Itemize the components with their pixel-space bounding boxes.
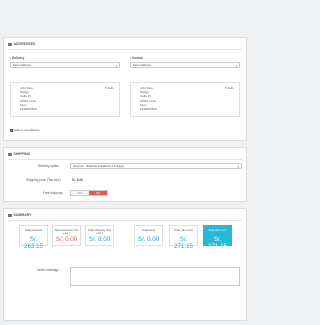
toggle-yes[interactable]: YES: [71, 191, 89, 195]
delivery-option-select[interactable]: Serpost - National standard (1-5 days) ▾: [70, 163, 242, 169]
shipping-title: SHIPPING: [13, 152, 31, 156]
addresses-panel: ADDRESSES ▪ Delivery Peru address ▾ ▪ Inv…: [3, 37, 247, 141]
summary-panel: SUMMARY Total products S/. 263.15 Total …: [3, 208, 247, 321]
delivery-address-text: John Doe Pedgo Calle 10 07001 Lima Peru …: [20, 86, 37, 111]
summary-box-total-shipping: Total shipping (Tax excl.) S/. 8.00: [85, 225, 114, 246]
summary-heading: SUMMARY: [8, 212, 242, 221]
invoice-label: ▪ Invoice: [130, 56, 143, 60]
order-message-label: Order message: [37, 268, 59, 272]
add-address-link[interactable]: + Add a new address: [10, 128, 40, 132]
addresses-title: ADDRESSES: [13, 42, 36, 46]
shipping-panel: SHIPPING Delivery option Serpost - Natio…: [3, 147, 247, 202]
summary-box-total-tax-incl: Total (Tax incl.) S/. 271.15: [203, 225, 232, 250]
edit-delivery-button[interactable]: ✎ Edit: [105, 86, 114, 90]
list-icon: [8, 213, 12, 217]
summary-title: SUMMARY: [13, 213, 32, 217]
summary-box-total-tax-excl: Total (Tax excl.) S/. 271.15: [169, 225, 198, 250]
invoice-address-select[interactable]: Peru address ▾: [130, 62, 240, 68]
chevron-down-icon: ▾: [115, 64, 117, 68]
invoice-address-text: John Doe Pedgo Calle 10 07001 Lima Peru …: [140, 86, 157, 111]
edit-invoice-button[interactable]: ✎ Edit: [225, 86, 234, 90]
addresses-heading: ADDRESSES: [8, 41, 242, 50]
delivery-address-select[interactable]: Peru address ▾: [10, 62, 120, 68]
truck-icon: [8, 152, 12, 156]
chevron-down-icon: ▾: [237, 165, 239, 169]
shipping-price-label: Shipping price (Tax incl.): [26, 178, 61, 182]
order-message-textarea[interactable]: [70, 267, 240, 286]
summary-box-total-taxes: Total taxes S/. 0.00: [134, 225, 163, 246]
chevron-down-icon: ▾: [235, 64, 237, 68]
plus-icon: +: [10, 128, 13, 132]
free-shipping-toggle[interactable]: YES NO: [70, 190, 108, 196]
free-shipping-label: Free shipping: [43, 191, 63, 195]
delivery-option-label: Delivery option: [38, 164, 60, 168]
delivery-address-box: John Doe Pedgo Calle 10 07001 Lima Peru …: [10, 82, 120, 117]
invoice-address-box: John Doe Pedgo Calle 10 07001 Lima Peru …: [130, 82, 240, 117]
shipping-heading: SHIPPING: [8, 151, 242, 160]
summary-box-total-products: Total products S/. 263.15: [19, 225, 48, 250]
envelope-icon: [8, 42, 12, 46]
toggle-no[interactable]: NO: [89, 191, 107, 195]
delivery-label: ▪ Delivery: [10, 56, 25, 60]
shipping-price-value: S/. 8.00: [72, 178, 83, 182]
summary-box-total-vouchers: Total vouchers (Tax excl.) S/. 0.00: [52, 225, 81, 246]
